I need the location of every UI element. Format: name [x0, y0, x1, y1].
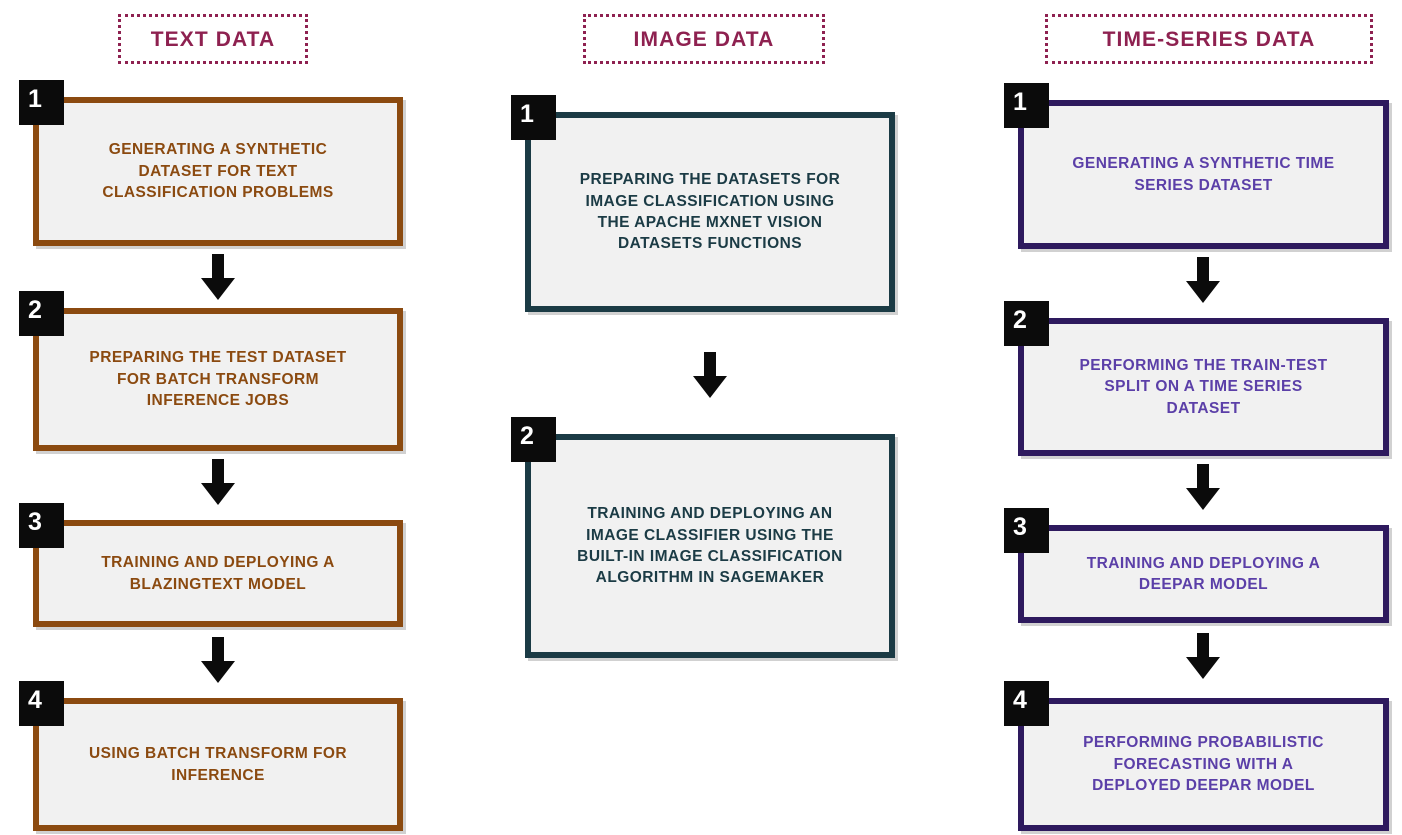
step-label: TRAINING AND DEPLOYING A BLAZINGTEXT MOD… — [101, 554, 335, 593]
down-arrow-icon — [201, 637, 235, 683]
step-label: PERFORMING THE TRAIN-TEST SPLIT ON A TIM… — [1079, 356, 1328, 417]
step-label: GENERATING A SYNTHETIC DATASET FOR TEXT … — [102, 141, 334, 202]
column-header-text-data: TEXT DATA — [118, 14, 308, 64]
step-label: GENERATING A SYNTHETIC TIME SERIES DATAS… — [1072, 155, 1335, 194]
down-arrow-icon — [201, 254, 235, 300]
step-label: PERFORMING PROBABILISTIC FORECASTING WIT… — [1083, 734, 1324, 795]
step-number-badge: 1 — [19, 80, 64, 125]
step-label: TRAINING AND DEPLOYING AN IMAGE CLASSIFI… — [577, 505, 843, 587]
step-label: PREPARING THE TEST DATASET FOR BATCH TRA… — [89, 349, 347, 410]
column-header-timeseries-data: TIME-SERIES DATA — [1045, 14, 1373, 64]
step-box-timeseries-1[interactable]: 1 GENERATING A SYNTHETIC TIME SERIES DAT… — [1004, 83, 1389, 249]
column-header-label: TEXT DATA — [150, 27, 276, 51]
step-number-badge: 2 — [19, 291, 64, 336]
step-number-badge: 2 — [1004, 301, 1049, 346]
column-header-label: IMAGE DATA — [633, 27, 775, 51]
step-label: PREPARING THE DATASETS FOR IMAGE CLASSIF… — [579, 171, 841, 253]
step-box-text-1[interactable]: 1 GENERATING A SYNTHETIC DATASET FOR TEX… — [19, 80, 403, 246]
down-arrow-icon — [1186, 464, 1220, 510]
down-arrow-icon — [201, 459, 235, 505]
step-box-timeseries-2[interactable]: 2 PERFORMING THE TRAIN-TEST SPLIT ON A T… — [1004, 301, 1389, 456]
down-arrow-icon — [693, 352, 727, 398]
step-number-badge: 2 — [511, 417, 556, 462]
step-box-text-4[interactable]: 4 USING BATCH TRANSFORM FOR INFERENCE — [19, 681, 403, 831]
step-number-badge: 1 — [1004, 83, 1049, 128]
step-label: USING BATCH TRANSFORM FOR INFERENCE — [88, 745, 348, 784]
step-number-badge: 4 — [19, 681, 64, 726]
step-box-text-2[interactable]: 2 PREPARING THE TEST DATASET FOR BATCH T… — [19, 291, 403, 451]
column-header-label: TIME-SERIES DATA — [1102, 27, 1316, 51]
step-box-image-1[interactable]: 1 PREPARING THE DATASETS FOR IMAGE CLASS… — [511, 95, 895, 312]
down-arrow-icon — [1186, 257, 1220, 303]
step-box-timeseries-4[interactable]: 4 PERFORMING PROBABILISTIC FORECASTING W… — [1004, 681, 1389, 831]
flowchart-diagram: TEXT DATA 1 GENERATING A SYNTHETIC DATAS… — [0, 0, 1402, 835]
down-arrow-icon — [1186, 633, 1220, 679]
step-label: TRAINING AND DEPLOYING A DEEPAR MODEL — [1086, 554, 1321, 593]
step-box-text-3[interactable]: 3 TRAINING AND DEPLOYING A BLAZINGTEXT M… — [19, 503, 403, 627]
step-number-badge: 3 — [1004, 508, 1049, 553]
step-number-badge: 3 — [19, 503, 64, 548]
step-box-image-2[interactable]: 2 TRAINING AND DEPLOYING AN IMAGE CLASSI… — [511, 417, 895, 658]
step-number-badge: 1 — [511, 95, 556, 140]
column-header-image-data: IMAGE DATA — [583, 14, 825, 64]
step-box-timeseries-3[interactable]: 3 TRAINING AND DEPLOYING A DEEPAR MODEL — [1004, 508, 1389, 623]
step-number-badge: 4 — [1004, 681, 1049, 726]
